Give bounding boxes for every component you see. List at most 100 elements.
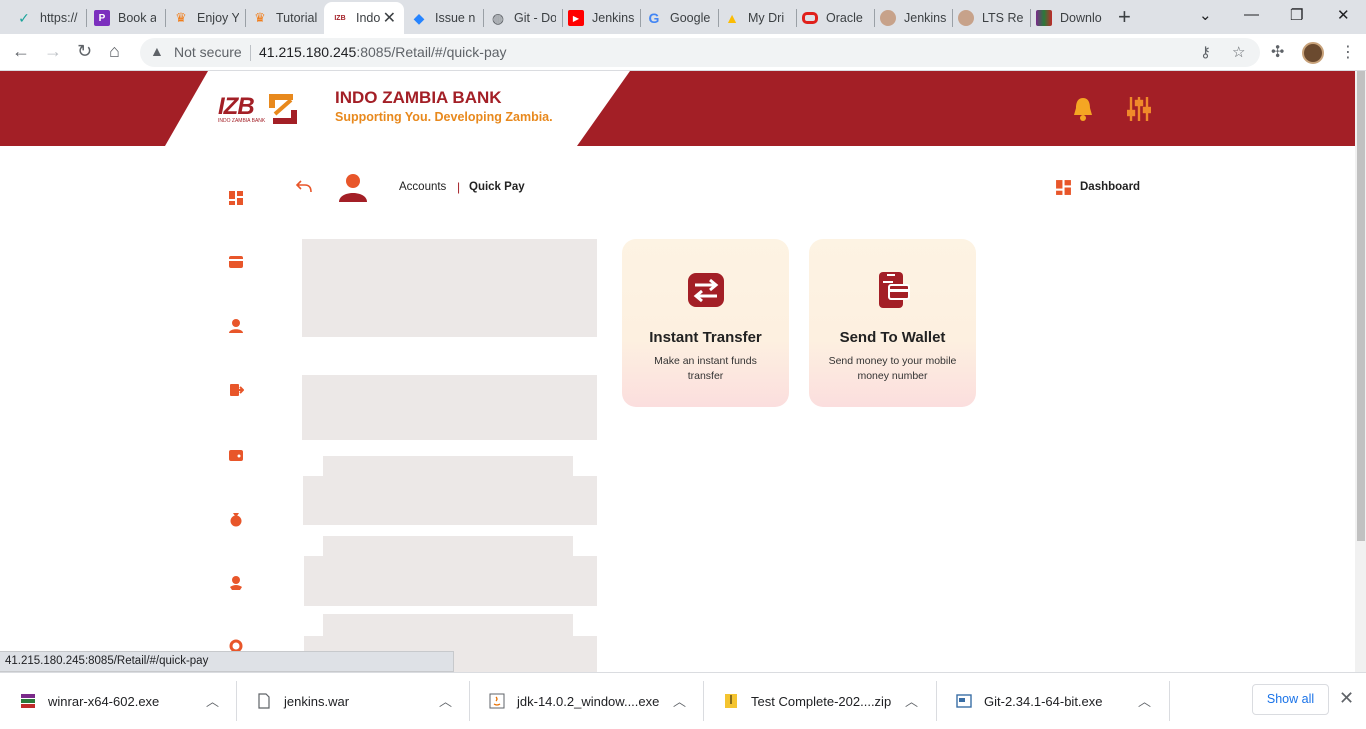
warning-icon[interactable]: ▲ [150,43,164,59]
loading-placeholder [304,556,597,606]
java-icon [489,693,505,709]
browser-tab[interactable]: ▲ My Dri [724,4,790,32]
card-title: Send To Wallet [839,329,946,346]
security-label[interactable]: Not secure [174,44,242,60]
show-all-button[interactable]: Show all [1252,684,1329,715]
chevron-up-icon[interactable]: ︿ [439,691,452,710]
browser-tab[interactable]: Jenkins [880,4,946,32]
loading-placeholder [323,456,573,476]
browser-tab[interactable]: ♛ Tutorial [252,4,318,32]
download-name: jenkins.war [284,694,350,709]
dashboard-link-icon[interactable] [1055,179,1072,196]
download-shelf: winrar-x64-602.exe ︿ jenkins.war ︿ jdk-1… [0,672,1366,728]
loading-placeholder [323,536,573,556]
download-name: winrar-x64-602.exe [48,694,160,709]
file-icon [258,693,270,709]
logo-text: IZB [218,93,255,120]
transfer-icon[interactable] [228,382,244,398]
breadcrumb-quick-pay: Quick Pay [469,181,525,193]
logo-subtext: INDO ZAMBIA BANK [218,118,266,124]
scrollbar-thumb[interactable] [1357,71,1365,541]
oracle-icon [802,12,818,24]
menu-icon[interactable]: ⋮ [1340,42,1356,62]
wallet-phone-icon [879,272,910,308]
chevron-up-icon[interactable]: ︿ [1138,691,1151,710]
loading-placeholder [323,614,573,636]
transfer-arrows-icon [688,273,724,307]
browser-tab[interactable]: P Book a [94,4,156,32]
browser-tab[interactable]: Oracle [802,4,868,32]
user-avatar-icon [339,174,367,202]
home-icon[interactable]: ⌂ [109,41,120,62]
browser-tab[interactable]: ▶ Jenkins [568,4,634,32]
browser-tab[interactable]: LTS Rel [958,4,1024,32]
tick-icon: ✓ [18,9,30,26]
download-name: jdk-14.0.2_window....exe [517,694,660,709]
download-item[interactable]: Test Complete-202....zip ︿ [703,673,936,729]
key-icon[interactable]: ⚷ [1200,43,1211,61]
download-item[interactable]: Git-2.34.1-64-bit.exe ︿ [936,673,1169,729]
profile-avatar[interactable] [1302,42,1324,64]
minimize-icon[interactable]: — [1244,6,1259,23]
reload-icon[interactable]: ↻ [77,41,92,62]
bank-name: INDO ZAMBIA BANK [335,88,502,107]
jenkins-icon [880,10,896,26]
download-name: Test Complete-202....zip [751,694,892,709]
download-item[interactable]: jdk-14.0.2_window....exe ︿ [469,673,703,729]
back-arrow-icon[interactable] [295,178,313,196]
winrar-icon [1036,10,1052,26]
browser-tab[interactable]: ✓ https:// [16,4,78,32]
browser-tab-active[interactable]: IZB Indo ✕ [324,2,404,34]
settings-sliders-icon[interactable] [1127,96,1151,122]
close-shelf-icon[interactable]: ✕ [1339,688,1354,709]
bookmark-star-icon[interactable]: ☆ [1232,43,1245,61]
browser-tab[interactable]: ◍ Git - Do [490,4,556,32]
globe-icon: ◍ [491,9,505,26]
browser-tab[interactable]: ◆ Issue n [411,4,477,32]
izb-icon: IZB [334,14,346,22]
extensions-icon[interactable]: ✣ [1271,42,1284,62]
close-tab-icon[interactable]: ✕ [383,8,396,28]
money-bag-icon[interactable] [228,511,244,527]
back-icon[interactable]: ← [12,41,30,62]
browser-tab[interactable]: ♛ Enjoy Y [173,4,239,32]
send-to-wallet-card[interactable]: Send To Wallet Send money to your mobile… [809,239,976,407]
download-item[interactable]: winrar-x64-602.exe ︿ [0,673,236,729]
address-bar[interactable]: ▲ Not secure 41.215.180.245:8085/Retail/… [140,38,1260,67]
tab-search-icon[interactable]: ⌄ [1199,6,1212,24]
p-icon: P [94,10,110,26]
download-name: Git-2.34.1-64-bit.exe [984,694,1103,709]
browser-toolbar: ← → ↻ ⌂ ▲ Not secure 41.215.180.245:8085… [0,34,1366,71]
close-window-icon[interactable]: ✕ [1337,6,1350,24]
restore-icon[interactable]: ❐ [1290,6,1303,24]
dashboard-icon[interactable] [228,190,244,206]
support-icon[interactable] [228,575,244,591]
loading-placeholder [302,239,597,337]
youtube-icon: ▶ [568,10,584,26]
card-icon[interactable] [228,254,244,270]
crown-icon: ♛ [175,10,187,25]
jenkins-icon [958,10,974,26]
dashboard-link[interactable]: Dashboard [1080,181,1140,193]
wallet-icon[interactable] [228,447,244,463]
chevron-up-icon[interactable]: ︿ [206,691,219,710]
card-description: Make an instant funds transfer [654,355,757,382]
url-text[interactable]: 41.215.180.245:8085/Retail/#/quick-pay [259,44,507,60]
notification-bell-icon[interactable] [1071,96,1095,122]
jira-icon: ◆ [413,9,425,26]
chevron-up-icon[interactable]: ︿ [673,691,686,710]
new-tab-button[interactable]: + [1118,4,1131,30]
google-icon: G [648,10,660,26]
breadcrumb-accounts[interactable]: Accounts [399,181,446,193]
browser-tab[interactable]: G Google [646,4,712,32]
download-item[interactable]: jenkins.war ︿ [236,673,469,729]
profile-icon[interactable] [228,318,244,334]
browser-tab[interactable]: Downlo [1036,4,1102,32]
status-url-bubble: 41.215.180.245:8085/Retail/#/quick-pay [0,651,454,672]
instant-transfer-card[interactable]: Instant Transfer Make an instant funds t… [622,239,789,407]
zip-icon [725,694,737,708]
chevron-up-icon[interactable]: ︿ [905,691,918,710]
loading-placeholder [303,476,597,525]
forward-icon[interactable]: → [44,41,62,62]
installer-icon [956,694,972,708]
